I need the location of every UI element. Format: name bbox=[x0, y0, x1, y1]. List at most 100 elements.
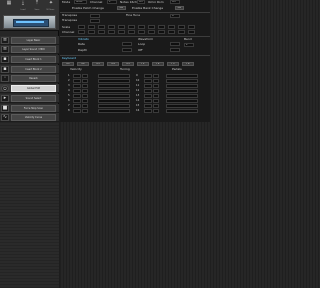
enable-bank-toggle[interactable]: Off bbox=[175, 6, 184, 10]
row-field[interactable] bbox=[82, 104, 88, 108]
key-zone-button[interactable]: F1 bbox=[137, 62, 149, 66]
vibrato-depth-field[interactable] bbox=[122, 48, 132, 52]
channel-cell[interactable] bbox=[98, 30, 105, 34]
scale-cell[interactable] bbox=[168, 25, 175, 29]
key-zone-button[interactable]: C5 bbox=[122, 62, 134, 66]
row-field[interactable] bbox=[73, 104, 81, 108]
sidebar-item-insert-block-2[interactable]: ▪ Insert Block 2 bbox=[0, 65, 59, 74]
row-field[interactable] bbox=[82, 79, 88, 83]
waveform-off-field[interactable] bbox=[170, 48, 180, 52]
sidebar-item-force-stop[interactable]: ■ Force Stop Scan bbox=[0, 104, 59, 113]
row-dropdown[interactable] bbox=[166, 99, 198, 103]
row-dropdown[interactable] bbox=[166, 84, 198, 88]
scale-cell[interactable] bbox=[88, 25, 95, 29]
row-field[interactable] bbox=[144, 104, 152, 108]
sidebar-item-velocity-curve[interactable]: ∿ Velocity Curve bbox=[0, 113, 59, 122]
row-dropdown[interactable] bbox=[166, 74, 198, 78]
key-zone-button[interactable]: F2 bbox=[152, 62, 164, 66]
row-field[interactable] bbox=[153, 74, 159, 78]
scale-cell[interactable] bbox=[158, 25, 165, 29]
row-dropdown[interactable] bbox=[166, 109, 198, 113]
scale-cell[interactable] bbox=[138, 25, 145, 29]
sidebar-item-global-edit[interactable]: ⏻ Global Edit bbox=[0, 84, 59, 93]
row-field[interactable] bbox=[153, 104, 159, 108]
row-field[interactable] bbox=[144, 84, 152, 88]
row-field[interactable] bbox=[73, 109, 81, 113]
key-zone-button[interactable]: C1 bbox=[62, 62, 74, 66]
scale-cell[interactable] bbox=[118, 25, 125, 29]
key-zone-button[interactable]: F3 bbox=[167, 62, 179, 66]
channel-cell[interactable] bbox=[138, 30, 145, 34]
row-dropdown[interactable] bbox=[98, 74, 130, 78]
row-dropdown[interactable] bbox=[98, 94, 130, 98]
row-field[interactable] bbox=[153, 94, 159, 98]
row-field[interactable] bbox=[144, 89, 152, 93]
scale-cell[interactable] bbox=[78, 25, 85, 29]
row-field[interactable] bbox=[144, 94, 152, 98]
row-field[interactable] bbox=[73, 94, 81, 98]
fine-tune-field[interactable]: 0 bbox=[170, 14, 180, 18]
row-field[interactable] bbox=[153, 99, 159, 103]
scale-cell[interactable] bbox=[148, 25, 155, 29]
row-dropdown[interactable] bbox=[166, 79, 198, 83]
row-field[interactable] bbox=[144, 99, 152, 103]
row-field[interactable] bbox=[73, 79, 81, 83]
puzzle-icon[interactable]: ✦ bbox=[44, 1, 58, 9]
sidebar-item-insert-block-1[interactable]: ▪ Insert Block 1 bbox=[0, 55, 59, 64]
scale-cell[interactable] bbox=[178, 25, 185, 29]
row-field[interactable] bbox=[82, 74, 88, 78]
channel-cell[interactable] bbox=[88, 30, 95, 34]
scale-cell[interactable] bbox=[98, 25, 105, 29]
channel-select[interactable]: 1 bbox=[107, 0, 117, 4]
channel-cell[interactable] bbox=[118, 30, 125, 34]
channel-cell[interactable] bbox=[158, 30, 165, 34]
row-field[interactable] bbox=[153, 89, 159, 93]
channel-cell[interactable] bbox=[78, 30, 85, 34]
transpose-2-field[interactable] bbox=[90, 19, 100, 23]
row-field[interactable] bbox=[73, 84, 81, 88]
row-field[interactable] bbox=[144, 74, 152, 78]
transpose-field[interactable] bbox=[90, 14, 100, 18]
scale-cell[interactable] bbox=[128, 25, 135, 29]
notes-select[interactable]: Off bbox=[137, 0, 145, 4]
mode-select[interactable]: Multi bbox=[74, 0, 87, 4]
row-field[interactable] bbox=[73, 99, 81, 103]
row-field[interactable] bbox=[153, 84, 159, 88]
row-dropdown[interactable] bbox=[98, 84, 130, 88]
channel-cell[interactable] bbox=[168, 30, 175, 34]
waveform-loop-field[interactable] bbox=[170, 42, 180, 46]
row-field[interactable] bbox=[82, 84, 88, 88]
channel-cell[interactable] bbox=[108, 30, 115, 34]
row-field[interactable] bbox=[144, 79, 152, 83]
omni-select[interactable]: Off bbox=[170, 0, 180, 4]
row-dropdown[interactable] bbox=[98, 99, 130, 103]
row-dropdown[interactable] bbox=[166, 89, 198, 93]
row-dropdown[interactable] bbox=[98, 104, 130, 108]
scale-cell[interactable] bbox=[108, 25, 115, 29]
channel-cell[interactable] bbox=[188, 30, 195, 34]
download-icon[interactable]: ⤓ bbox=[16, 1, 30, 9]
row-dropdown[interactable] bbox=[98, 79, 130, 83]
sidebar-item-layer-basic[interactable]: ≡ Layer Basic bbox=[0, 36, 59, 45]
enable-patch-toggle[interactable]: Off bbox=[117, 6, 126, 10]
bend-field[interactable]: 2 bbox=[184, 43, 194, 47]
channel-cell[interactable] bbox=[128, 30, 135, 34]
key-zone-button[interactable]: C2 bbox=[77, 62, 89, 66]
channel-cell[interactable] bbox=[148, 30, 155, 34]
row-field[interactable] bbox=[153, 79, 159, 83]
sidebar-item-layer-sound[interactable]: ≡ Layer Sound / MIDI bbox=[0, 45, 59, 54]
scale-cell[interactable] bbox=[188, 25, 195, 29]
row-field[interactable] bbox=[82, 94, 88, 98]
vibrato-rate-field[interactable] bbox=[122, 42, 132, 46]
row-field[interactable] bbox=[82, 99, 88, 103]
row-dropdown[interactable] bbox=[98, 89, 130, 93]
key-zone-button[interactable]: C4 bbox=[107, 62, 119, 66]
row-dropdown[interactable] bbox=[166, 94, 198, 98]
row-field[interactable] bbox=[82, 89, 88, 93]
sidebar-item-sound-select[interactable]: ▸ Sound Select bbox=[0, 94, 59, 103]
row-field[interactable] bbox=[73, 74, 81, 78]
row-dropdown[interactable] bbox=[166, 104, 198, 108]
row-field[interactable] bbox=[153, 109, 159, 113]
channel-cell[interactable] bbox=[178, 30, 185, 34]
row-field[interactable] bbox=[144, 109, 152, 113]
